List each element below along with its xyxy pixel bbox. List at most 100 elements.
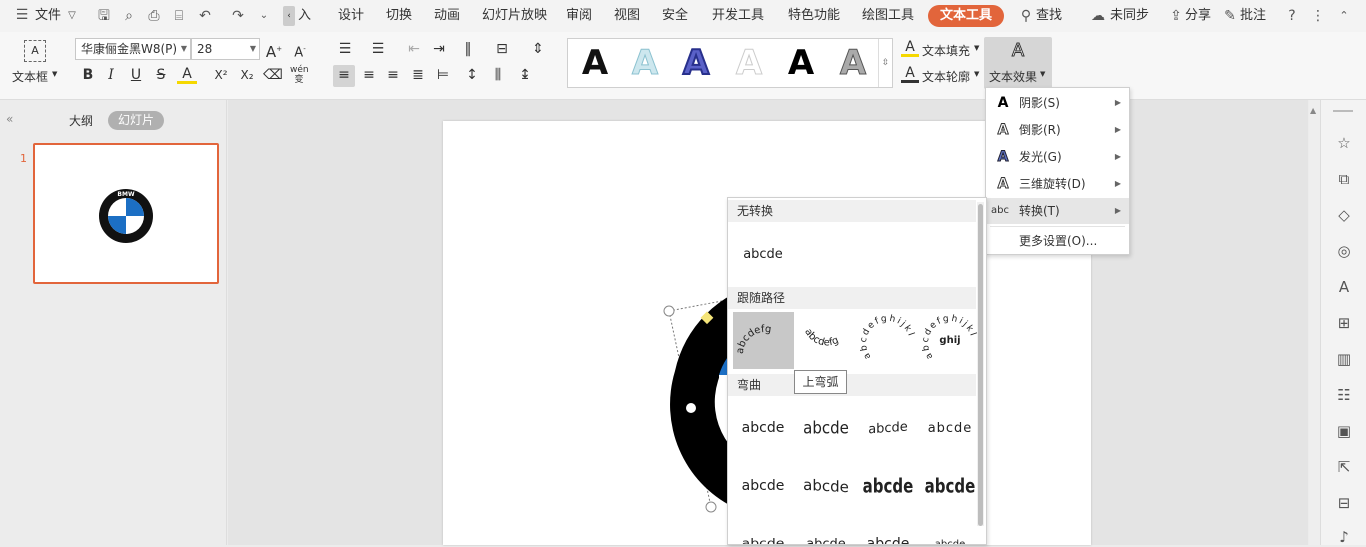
- tab-insert-partial[interactable]: 入: [298, 0, 311, 32]
- warp-11[interactable]: abcde: [857, 516, 919, 544]
- style-white[interactable]: A: [728, 43, 770, 84]
- warp-5[interactable]: abcde: [732, 458, 794, 514]
- font-color-icon[interactable]: A: [177, 65, 197, 84]
- warp-1[interactable]: abcde: [732, 400, 794, 456]
- shape-icon[interactable]: ◇: [1334, 205, 1354, 225]
- paragraph-spacing-icon[interactable]: ↕: [462, 65, 482, 85]
- chevron-down-icon[interactable]: ▼: [52, 70, 57, 78]
- phonetic-guide-button[interactable]: wén 变: [290, 65, 309, 85]
- warp-7[interactable]: abcde: [857, 450, 919, 523]
- image-icon[interactable]: ▣: [1334, 421, 1354, 441]
- archive-icon[interactable]: ⊟: [1334, 493, 1354, 513]
- superscript-button[interactable]: X²: [211, 65, 231, 85]
- outline-tab[interactable]: 大纲: [69, 112, 93, 129]
- vertical-scrollbar[interactable]: ▲: [1309, 100, 1320, 545]
- tab-developer[interactable]: 开发工具: [712, 0, 764, 32]
- transform-circle[interactable]: abcdefghijkl: [857, 312, 919, 368]
- help-icon[interactable]: ?: [1284, 8, 1300, 24]
- warp-8[interactable]: abcde: [919, 450, 981, 523]
- style-bold-black[interactable]: A: [780, 43, 822, 83]
- align-right-button[interactable]: ≡: [383, 65, 403, 85]
- undo-icon[interactable]: ↶: [197, 8, 213, 24]
- line-spacing-options-icon[interactable]: ↨: [515, 65, 535, 85]
- chevron-down-icon[interactable]: ▽: [64, 8, 80, 24]
- more-quick-icon[interactable]: ⌄: [256, 8, 272, 24]
- copy-icon[interactable]: ⧉: [1334, 169, 1354, 189]
- collapse-pane-icon[interactable]: «: [6, 112, 13, 126]
- warp-12[interactable]: abcde: [919, 516, 981, 545]
- style-black[interactable]: A: [574, 43, 616, 83]
- increase-indent-icon[interactable]: ⇥: [429, 39, 449, 59]
- collapse-ribbon-icon[interactable]: ⌃: [1336, 8, 1352, 24]
- print-icon[interactable]: ⎙: [146, 8, 162, 24]
- star-icon[interactable]: ☆: [1334, 133, 1354, 153]
- warp-4[interactable]: abcde: [919, 400, 981, 456]
- bullet-list-icon[interactable]: ☰: [335, 39, 355, 59]
- export-icon[interactable]: ⇱: [1334, 457, 1354, 477]
- hamburger-icon[interactable]: ☰: [14, 7, 30, 23]
- grid-icon[interactable]: ⊞: [1334, 313, 1354, 333]
- audio-icon[interactable]: ♪: [1334, 527, 1354, 547]
- transform-none[interactable]: abcde: [732, 226, 794, 282]
- share-button[interactable]: 分享: [1185, 0, 1211, 32]
- shrink-font-icon[interactable]: A-: [290, 39, 310, 60]
- location-icon[interactable]: ◎: [1334, 241, 1354, 261]
- bold-button[interactable]: B: [78, 65, 98, 85]
- tab-view[interactable]: 视图: [614, 0, 640, 32]
- transform-button[interactable]: abcdefghijkl ghij: [919, 312, 981, 368]
- print-preview-icon[interactable]: ⌸: [171, 8, 187, 24]
- justify-button[interactable]: ≣: [408, 65, 428, 85]
- tab-features[interactable]: 特色功能: [788, 0, 840, 32]
- transform-arch-up[interactable]: abcdefg: [733, 312, 794, 369]
- text-style-icon[interactable]: A: [1334, 277, 1354, 297]
- tab-drawing-tools[interactable]: 绘图工具: [862, 0, 914, 32]
- menu-item-more-settings[interactable]: 更多设置(O)...: [986, 228, 1129, 254]
- comment-button[interactable]: 批注: [1240, 0, 1266, 32]
- clear-format-icon[interactable]: ⌫: [263, 65, 283, 85]
- textbox-button[interactable]: 文本框: [12, 68, 48, 85]
- redo-icon[interactable]: ↷: [230, 8, 246, 24]
- numbered-list-icon[interactable]: ☰: [368, 39, 388, 59]
- chart-icon[interactable]: ▥: [1334, 349, 1354, 369]
- comment-icon[interactable]: ✎: [1222, 8, 1238, 24]
- line-spacing-icon[interactable]: ⇕: [528, 39, 548, 59]
- format-painter-icon[interactable]: ⌕: [121, 8, 137, 24]
- slide-thumbnail-1[interactable]: BMW: [33, 143, 219, 284]
- submenu-scrollbar-track[interactable]: [977, 202, 984, 526]
- chevron-down-icon[interactable]: ▼: [974, 44, 979, 52]
- chevron-down-icon[interactable]: ▼: [974, 70, 979, 78]
- tab-scroll-left-icon[interactable]: ‹: [283, 6, 295, 26]
- tab-transition[interactable]: 切换: [386, 0, 412, 32]
- menu-item-reflection[interactable]: A 倒影(R) ▶: [986, 117, 1129, 143]
- gallery-expand-icon[interactable]: ⇳: [878, 39, 892, 87]
- scroll-up-icon[interactable]: ▲: [1310, 106, 1316, 115]
- warp-10[interactable]: abcde: [795, 516, 857, 545]
- strikethrough-button[interactable]: S: [151, 65, 171, 85]
- decrease-indent-icon[interactable]: ⇤: [404, 39, 424, 59]
- tab-review[interactable]: 审阅: [566, 0, 592, 32]
- tab-animation[interactable]: 动画: [434, 0, 460, 32]
- align-left-button[interactable]: ≡: [333, 65, 355, 87]
- underline-button[interactable]: U: [126, 65, 146, 85]
- save-icon[interactable]: 🖫: [96, 8, 112, 24]
- file-menu[interactable]: 文件: [35, 0, 61, 32]
- warp-9[interactable]: abcde: [732, 522, 794, 544]
- style-gray[interactable]: A: [832, 43, 874, 84]
- transform-arch-down[interactable]: abcdefg: [795, 312, 857, 368]
- text-effect-button[interactable]: A 文本效果 ▼: [984, 37, 1052, 89]
- font-size-combo[interactable]: 28 ▼: [191, 38, 260, 60]
- tab-design[interactable]: 设计: [338, 0, 364, 32]
- subscript-button[interactable]: X₂: [237, 65, 257, 85]
- tab-slideshow[interactable]: 幻灯片放映: [482, 0, 547, 32]
- menu-item-3d-rotation[interactable]: A 三维旋转(D) ▶: [986, 171, 1129, 197]
- style-purple-outline[interactable]: A: [675, 42, 717, 84]
- text-direction-icon[interactable]: ‖: [458, 39, 478, 59]
- text-outline-button[interactable]: 文本轮廓: [922, 68, 970, 85]
- distribute-button[interactable]: ⊨: [433, 65, 453, 85]
- tab-text-tools[interactable]: 文本工具: [928, 5, 1005, 27]
- menu-item-transform[interactable]: abc 转换(T) ▶: [986, 198, 1129, 224]
- font-name-combo[interactable]: 华康俪金黑W8(P) ▼: [75, 38, 191, 60]
- slides-tab[interactable]: 幻灯片: [108, 111, 165, 130]
- text-fill-button[interactable]: 文本填充: [922, 42, 970, 59]
- align-center-button[interactable]: ≡: [359, 65, 379, 85]
